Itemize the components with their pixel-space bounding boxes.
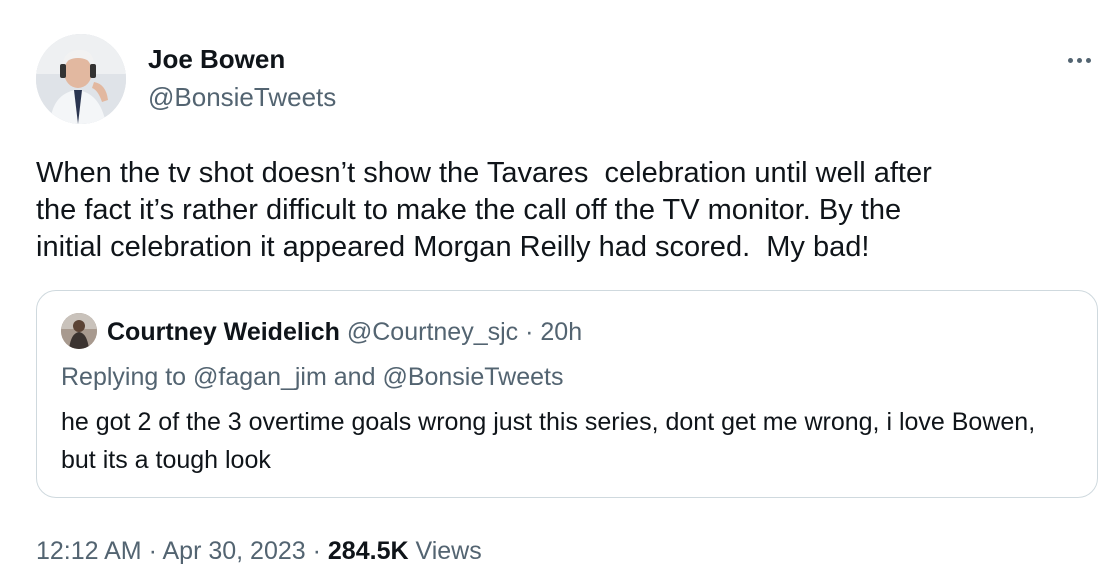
tweet-card: Joe Bowen @BonsieTweets When the tv shot… (0, 0, 1113, 579)
tweet-meta: 12:12 AM · Apr 30, 2023 · 284.5K Views (36, 536, 482, 566)
tweet-time[interactable]: 12:12 AM (36, 537, 142, 565)
quoted-author-name[interactable]: Courtney Weidelich (107, 318, 340, 346)
more-dot (1067, 57, 1073, 63)
tweet-text: When the tv shot doesn’t show the Tavare… (36, 157, 932, 263)
replying-and: and (333, 363, 376, 391)
quoted-text: he got 2 of the 3 overtime goals wrong j… (61, 408, 1036, 474)
quoted-tweet[interactable]: Courtney Weidelich @Courtney_sjc · 20h R… (36, 290, 1098, 498)
author-handle[interactable]: @BonsieTweets (148, 82, 336, 112)
views-count: 284.5K (327, 537, 409, 565)
more-dot (1076, 57, 1082, 63)
meta-separator: · (148, 537, 157, 565)
quoted-avatar-photo-icon (61, 313, 97, 349)
meta-separator: · (312, 537, 321, 565)
quoted-replying-to: Replying to @fagan_jim and @BonsieTweets (61, 362, 563, 392)
replying-prefix: Replying to (61, 363, 187, 391)
more-options-icon[interactable] (1062, 46, 1096, 74)
views-label: Views (415, 537, 482, 565)
tweet-date[interactable]: Apr 30, 2023 (163, 537, 306, 565)
replying-user-link[interactable]: @fagan_jim (193, 363, 327, 391)
quoted-time[interactable]: 20h (540, 318, 582, 346)
more-dot (1085, 57, 1091, 63)
quoted-separator: · (525, 318, 534, 346)
quoted-header: Courtney Weidelich @Courtney_sjc · 20h (107, 317, 582, 347)
quoted-avatar (61, 313, 97, 349)
replying-user-link[interactable]: @BonsieTweets (382, 363, 563, 391)
quoted-author-handle[interactable]: @Courtney_sjc (347, 318, 518, 346)
avatar-photo-icon (36, 34, 126, 124)
author-name[interactable]: Joe Bowen (148, 44, 285, 74)
author-avatar[interactable] (36, 34, 126, 124)
